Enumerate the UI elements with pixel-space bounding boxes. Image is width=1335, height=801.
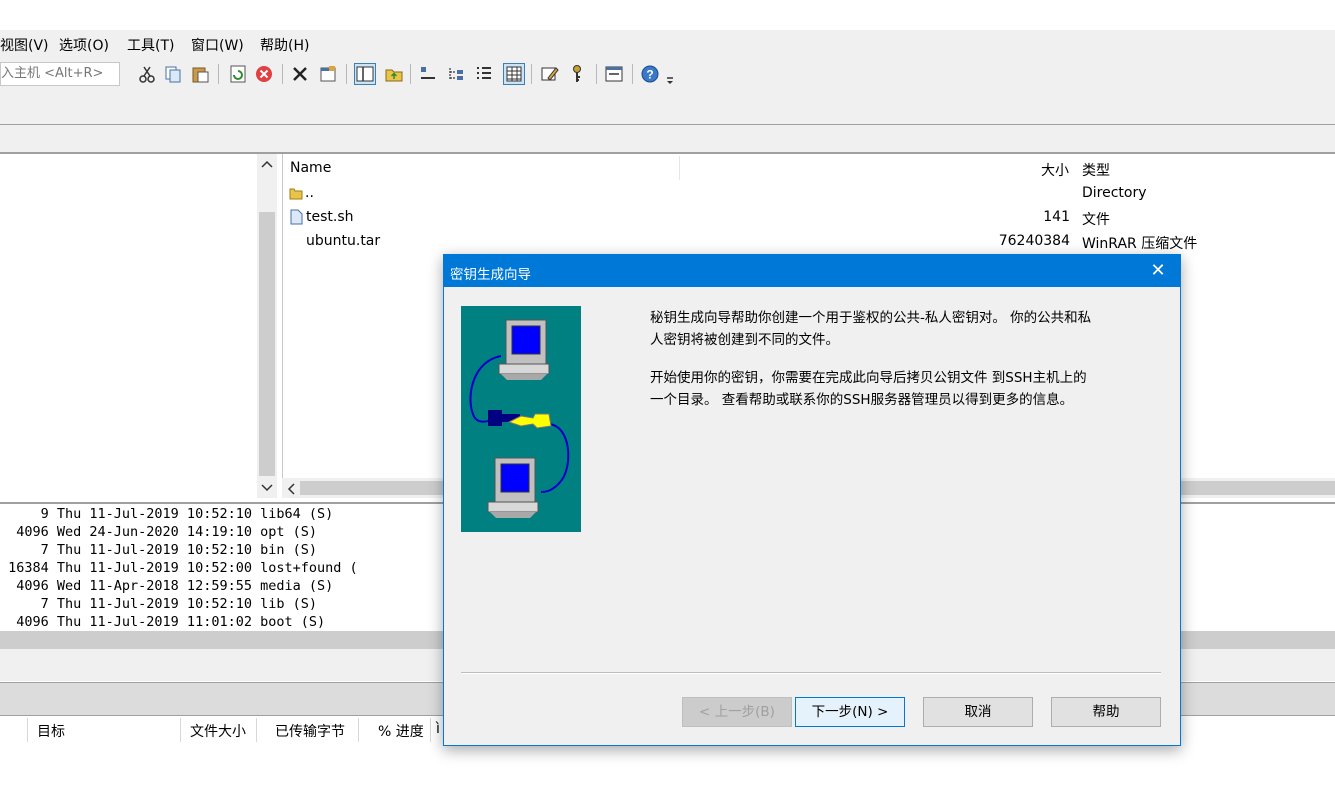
next-button[interactable]: 下一步(N) > <box>795 697 905 727</box>
toolbar-separator <box>282 64 283 84</box>
menu-tools[interactable]: 工具(T) <box>127 35 174 55</box>
queue-column-file-size[interactable]: 文件大小 <box>190 721 246 741</box>
table-row[interactable]: .. Directory <box>283 182 1335 206</box>
column-header-type[interactable]: 类型 <box>1082 160 1110 180</box>
cancel-button[interactable]: 取消 <box>923 697 1033 727</box>
help-button[interactable]: 帮助 <box>1051 697 1161 727</box>
toolbar-separator <box>410 64 411 84</box>
wizard-description-line: 秘钥生成向导帮助你创建一个用于鉴权的公共-私人密钥对。 你的公共和私 <box>650 310 1092 326</box>
tree-view-icon[interactable] <box>446 64 466 84</box>
file-type: 文件 <box>1082 212 1110 228</box>
file-name: .. <box>305 185 314 201</box>
pane-header-strip <box>0 125 1335 154</box>
toolbar-separator <box>632 64 633 84</box>
menu-options[interactable]: 选项(O) <box>59 35 109 55</box>
cut-icon[interactable] <box>137 64 157 84</box>
copy-icon[interactable] <box>163 64 183 84</box>
menu-bar: 视图(V) 选项(O) 工具(T) 窗口(W) 帮助(H) <box>0 30 1335 58</box>
table-row[interactable]: test.sh 141 文件 <box>283 206 1335 230</box>
queue-column-extra[interactable]: ì <box>436 721 440 737</box>
folder-up-icon[interactable] <box>384 64 404 84</box>
file-name: test.sh <box>306 209 354 225</box>
menu-view[interactable]: 视图(V) <box>0 35 49 55</box>
large-icons-view-icon[interactable] <box>418 64 438 84</box>
delete-icon[interactable] <box>290 64 310 84</box>
table-row[interactable]: ubuntu.tar 76240384 WinRAR 压缩文件 <box>283 230 1335 254</box>
tree-scroll-thumb[interactable] <box>259 212 275 476</box>
list-view-icon[interactable] <box>474 64 494 84</box>
details-view-icon[interactable] <box>503 63 525 85</box>
settings-window-icon[interactable] <box>604 64 624 84</box>
key-generation-wizard-dialog: 密钥生成向导 ✕ 秘钥生成向导帮助你创建一个用于鉴权的公共-私人密钥对。 你的公… <box>443 254 1181 746</box>
log-line: 7 Thu 11-Jul-2019 10:52:10 bin (S) <box>0 542 317 558</box>
refresh-icon[interactable] <box>228 64 248 84</box>
toolbar-separator <box>346 64 347 84</box>
log-line: 4096 Wed 24-Jun-2020 14:19:10 opt (S) <box>0 524 317 540</box>
stop-icon[interactable] <box>254 64 274 84</box>
toolbar-separator <box>596 64 597 84</box>
toolbar-overflow-icon[interactable] <box>664 64 676 84</box>
log-line: 4096 Wed 11-Apr-2018 12:59:55 media (S) <box>0 578 334 594</box>
close-button[interactable]: ✕ <box>1136 255 1180 287</box>
wizard-description-line: 人密钥将被创建到不同的文件。 <box>650 332 839 348</box>
column-header-name[interactable]: Name <box>290 160 331 176</box>
toolbar-separator <box>218 64 219 84</box>
back-button[interactable]: < 上一步(B) <box>682 697 792 727</box>
dialog-title: 密钥生成向导 <box>450 267 531 283</box>
properties-icon[interactable] <box>318 64 338 84</box>
file-type: Directory <box>1082 185 1147 201</box>
queue-column-target[interactable]: 目标 <box>37 721 65 741</box>
close-icon: ✕ <box>1150 260 1166 281</box>
folder-icon <box>289 188 303 200</box>
column-divider <box>180 718 181 742</box>
menu-help[interactable]: 帮助(H) <box>260 35 309 55</box>
scroll-down-icon[interactable] <box>261 484 273 492</box>
dialog-title-bar[interactable]: 密钥生成向导 ✕ <box>444 255 1180 287</box>
column-divider <box>358 718 359 742</box>
wizard-illustration <box>461 306 581 532</box>
local-tree-pane[interactable] <box>0 154 278 498</box>
column-divider <box>27 718 28 742</box>
wizard-instructions: 开始使用你的密钥，你需要在完成此向导后拷贝公钥文件 到SSH主机上的 一个目录。… <box>650 367 1150 411</box>
svg-text:?: ? <box>646 68 653 82</box>
wizard-instructions-line: 一个目录。 查看帮助或联系你的SSH服务器管理员以得到更多的信息。 <box>650 392 1074 408</box>
scroll-left-icon[interactable] <box>287 483 295 495</box>
column-divider <box>679 156 680 180</box>
help-icon[interactable]: ? <box>640 64 660 84</box>
split-view-icon[interactable] <box>354 63 376 85</box>
file-icon <box>290 209 303 225</box>
toolbar: 入主机 <Alt+R> ? <box>0 58 1335 92</box>
quick-connect-input[interactable]: 入主机 <Alt+R> <box>0 62 120 86</box>
column-header-size[interactable]: 大小 <box>1041 160 1069 180</box>
column-divider <box>430 718 431 742</box>
log-line: 16384 Thu 11-Jul-2019 10:52:00 lost+foun… <box>0 560 358 576</box>
edit-icon[interactable] <box>540 64 560 84</box>
log-line: 9 Thu 11-Jul-2019 10:52:10 lib64 (S) <box>0 506 334 522</box>
queue-column-progress[interactable]: % 进度 <box>378 721 424 741</box>
dialog-divider <box>461 672 1161 674</box>
wizard-instructions-line: 开始使用你的密钥，你需要在完成此向导后拷贝公钥文件 到SSH主机上的 <box>650 370 1087 386</box>
file-type: WinRAR 压缩文件 <box>1082 236 1198 252</box>
computers-key-icon <box>469 319 570 518</box>
scroll-up-icon[interactable] <box>261 160 273 168</box>
log-line: 4096 Thu 11-Jul-2019 11:01:02 boot (S) <box>0 614 326 630</box>
key-icon[interactable] <box>567 64 587 84</box>
address-bar-area <box>0 92 1335 125</box>
log-line: 7 Thu 11-Jul-2019 10:52:10 lib (S) <box>0 596 317 612</box>
column-divider <box>256 718 257 742</box>
file-size: 141 <box>1043 209 1070 225</box>
file-size: 76240384 <box>998 233 1070 249</box>
wizard-description: 秘钥生成向导帮助你创建一个用于鉴权的公共-私人密钥对。 你的公共和私 人密钥将被… <box>650 307 1150 351</box>
file-name: ubuntu.tar <box>306 233 381 249</box>
paste-icon[interactable] <box>190 64 210 84</box>
menu-window[interactable]: 窗口(W) <box>191 35 244 55</box>
queue-column-transferred[interactable]: 已传输字节 <box>275 721 345 741</box>
toolbar-separator <box>531 64 532 84</box>
